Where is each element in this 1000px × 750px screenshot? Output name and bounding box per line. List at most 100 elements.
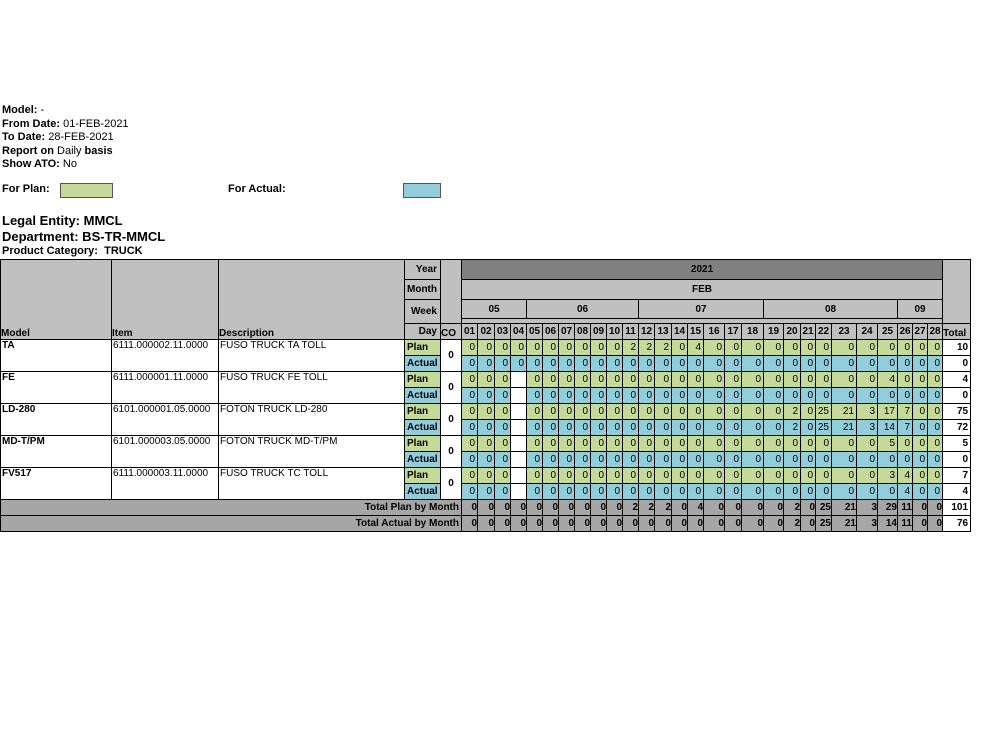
plan-value: 0 [724,467,742,484]
plan-value: 0 [542,467,559,484]
table-row-plan: FV517 6111.000003.11.0000 FUSO TRUCK TC TO… [0,467,972,500]
actual-value: 0 [815,355,832,372]
plan-value: 0 [912,435,928,452]
actual-value: 0 [558,483,575,500]
actual-value: 0 [926,355,944,372]
plan-value: 0 [494,435,511,452]
plan-value: 0 [558,403,575,420]
plan-value: 0 [461,403,478,420]
day-01: 01 [461,323,478,340]
actual-legend-label: For Actual: [228,183,286,195]
plan-value: 0 [590,371,607,388]
actual-value: 0 [654,355,672,372]
total-plan-value: 3 [856,499,878,516]
actual-value: 0 [574,355,591,372]
actual-value: 0 [877,451,898,468]
actual-value: 0 [494,355,511,372]
total-actual-value: 0 [926,515,944,532]
plan-value: 0 [783,339,801,356]
actual-value: 0 [926,483,944,500]
plan-value: 0 [724,403,742,420]
actual-value: 0 [606,419,623,436]
plan-value: 0 [831,339,857,356]
plan-value: 0 [638,371,655,388]
day-10: 10 [606,323,623,340]
day-27: 27 [912,323,928,340]
day-25: 25 [877,323,898,340]
total-plan-value: 0 [461,499,478,516]
plan-value: 21 [831,403,857,420]
actual-value: 0 [526,387,543,404]
plan-value: 0 [800,371,816,388]
total-actual-value: 0 [703,515,725,532]
total-actual-value: 0 [622,515,639,532]
description-cell: FUSO TRUCK FE TOLL [218,371,405,404]
plan-value: 25 [815,403,832,420]
actual-value [510,483,527,500]
day-18: 18 [741,323,764,340]
day-03: 03 [494,323,511,340]
actual-value: 14 [877,419,898,436]
plan-value: 3 [877,467,898,484]
model-cell: MD-T/PM [0,435,112,468]
plan-value: 0 [741,339,764,356]
total-plan-value: 0 [590,499,607,516]
actual-value: 0 [800,451,816,468]
week-label: Week [404,299,441,324]
actual-value: 0 [763,451,784,468]
actual-value: 0 [763,483,784,500]
actual-value: 0 [542,483,559,500]
actual-legend-swatch [403,183,441,198]
plan-value: 0 [477,371,495,388]
plan-value: 0 [574,403,591,420]
plan-value: 0 [703,467,725,484]
plan-value: 0 [542,371,559,388]
plan-value: 0 [783,467,801,484]
plan-value: 17 [877,403,898,420]
actual-value: 0 [926,419,944,436]
day-05: 05 [526,323,543,340]
actual-value: 0 [622,483,639,500]
actual-value [510,419,527,436]
actual-value: 0 [574,483,591,500]
total-actual-value: 0 [542,515,559,532]
co-cell: 0 [440,467,462,500]
day-09: 09 [590,323,607,340]
total-plan-value: 0 [703,499,725,516]
actual-value: 0 [671,419,688,436]
plan-value: 0 [526,467,543,484]
plan-value: 0 [590,435,607,452]
plan-value: 0 [558,371,575,388]
actual-value: 0 [877,483,898,500]
total-actual-value: 3 [856,515,878,532]
actual-value: 0 [654,483,672,500]
report-basis-label: Report on [2,144,54,157]
actual-value: 0 [703,419,725,436]
actual-value: 0 [703,451,725,468]
plan-value: 0 [815,467,832,484]
day-07: 07 [558,323,575,340]
plan-value: 0 [763,339,784,356]
col-header-total: Total [942,323,972,340]
actual-value: 0 [638,483,655,500]
actual-value: 0 [800,419,816,436]
total-actual-value: 11 [897,515,913,532]
plan-label: Plan [404,339,441,356]
item-cell: 6111.000002.11.0000 [111,339,219,372]
plan-value: 0 [877,339,898,356]
plan-value: 0 [526,339,543,356]
actual-label: Actual [404,355,441,372]
actual-value: 4 [897,483,913,500]
total-plan-value: 0 [800,499,816,516]
actual-value: 0 [671,355,688,372]
total-plan-value: 0 [494,499,511,516]
actual-value: 0 [763,355,784,372]
actual-value: 0 [800,483,816,500]
plan-value: 0 [477,467,495,484]
actual-value: 0 [542,451,559,468]
actual-value: 0 [654,451,672,468]
actual-label: Actual [404,483,441,500]
report-basis-value: Daily [57,144,82,157]
actual-value: 0 [831,451,857,468]
plan-value: 0 [638,403,655,420]
